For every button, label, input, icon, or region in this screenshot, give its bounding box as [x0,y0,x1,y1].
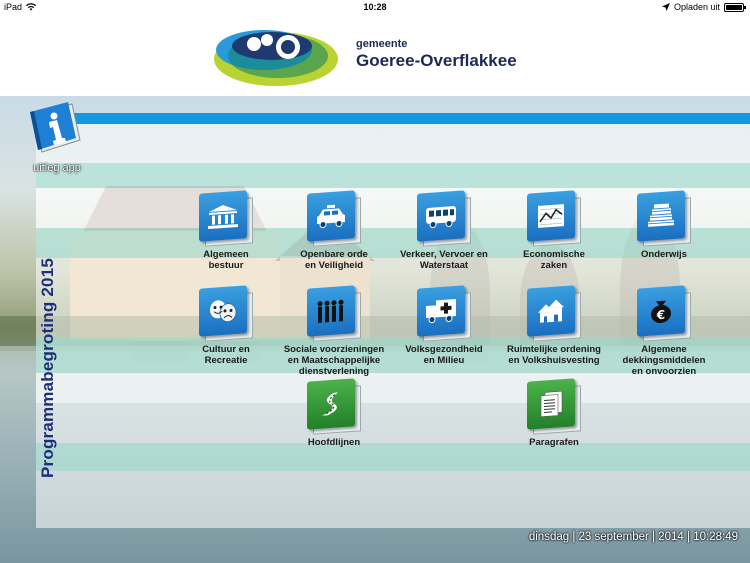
tile-label: Sociale voorzieningen en Maatschappelijke… [283,344,385,377]
footer-separator: | [683,531,694,543]
tile-book [307,190,361,247]
tile-label: Cultuur en Recreatie [202,344,250,366]
battery-icon [724,2,746,12]
footer-year: 2014 [658,531,684,543]
chart-icon [538,204,564,228]
info-app-button[interactable]: uitleg app [24,100,90,174]
teal-stripe [36,443,750,471]
info-app-label: uitleg app [33,162,81,174]
documents-icon [540,390,563,418]
tile-volksgezondheid[interactable]: Volksgezondheid en Milieu [389,285,499,366]
road-icon [322,392,338,416]
brand-name: Goeree-Overflakkee [356,51,517,70]
location-arrow-icon [661,3,670,11]
tile-hoofdlijnen[interactable]: Hoofdlijnen [279,378,389,448]
tile-book [527,285,581,342]
tile-label: Paragrafen [529,437,579,448]
footer-separator: | [648,531,659,543]
tile-book [637,190,691,247]
tile-label: Economische zaken [523,249,585,271]
tile-label: Hoofdlijnen [307,437,361,448]
tile-label: Openbare orde en Veiligheid [300,249,368,271]
government-building-icon [208,205,238,230]
date-time-footer: dinsdag | 23 september | 2014 | 10:28:49 [529,531,738,543]
tile-verkeer-vervoer[interactable]: Verkeer, Vervoer en Waterstaat [389,190,499,271]
tile-book [199,285,253,342]
books-icon [648,203,674,227]
tile-label: Volksgezondheid en Milieu [405,344,483,366]
footer-separator: | [569,531,579,543]
tile-label: Ruimtelijke ordening en Volkshuisvesting [507,344,601,366]
tile-book [307,285,361,342]
tile-ruimtelijke-ordening[interactable]: Ruimtelijke ordening en Volkshuisvesting [499,285,609,366]
light-stripe [36,373,750,403]
tile-label: Algemene dekkingsmiddelen en onvoorzien [622,344,706,377]
tile-label: Onderwijs [641,249,687,260]
tile-book [307,378,361,435]
houses-icon [538,299,564,323]
charging-label: Opladen uit [673,2,720,12]
tile-cultuur-recreatie[interactable]: Cultuur en Recreatie [171,285,281,366]
tile-label: Verkeer, Vervoer en Waterstaat [400,249,488,271]
footer-time: 10:28:49 [693,531,738,543]
status-time: 10:28 [363,2,387,12]
tile-algemeen-bestuur[interactable]: Algemeen bestuur [171,190,281,271]
tile-book [527,190,581,247]
footer-day: dinsdag [528,531,570,543]
teal-stripe [36,163,750,188]
ambulance-icon [426,298,456,324]
tile-openbare-orde[interactable]: Openbare orde en Veiligheid [279,190,389,271]
footer-date: 23 september [578,531,649,543]
tile-book: € [637,285,691,342]
euro-bag-icon: € [651,300,671,324]
tile-onderwijs[interactable]: Onderwijs [609,190,719,260]
people-icon [317,299,344,323]
accent-stripe [36,113,750,124]
tile-book [527,378,581,435]
status-bar: iPad 10:28 Opladen uit [0,0,750,16]
tile-algemene-dekkingsmiddelen[interactable]: € Algemene dekkingsmiddelen en onvoorzien [609,285,719,377]
tile-economische-zaken[interactable]: Economische zaken [499,190,609,271]
brand-small: gemeente [356,38,408,50]
tile-sociale-voorzieningen[interactable]: Sociale voorzieningen en Maatschappelijke… [279,285,389,377]
brand: gemeente Goeree-Overflakkee [356,38,517,71]
status-right: Opladen uit [661,2,746,12]
tile-book [199,190,253,247]
tile-book [417,285,471,342]
header: gemeente Goeree-Overflakkee [0,16,750,96]
police-car-icon [317,204,345,229]
municipality-logo [214,30,338,86]
info-book-icon [30,102,81,153]
tile-book [417,190,471,247]
theater-masks-icon [210,300,237,323]
page-title: Programmabegroting 2015 [38,258,57,478]
bus-icon [426,206,456,229]
battery-level [726,4,742,10]
tile-paragrafen[interactable]: Paragrafen [499,378,609,448]
tile-label: Algemeen bestuur [203,249,249,271]
svg-text:€: € [656,308,665,323]
